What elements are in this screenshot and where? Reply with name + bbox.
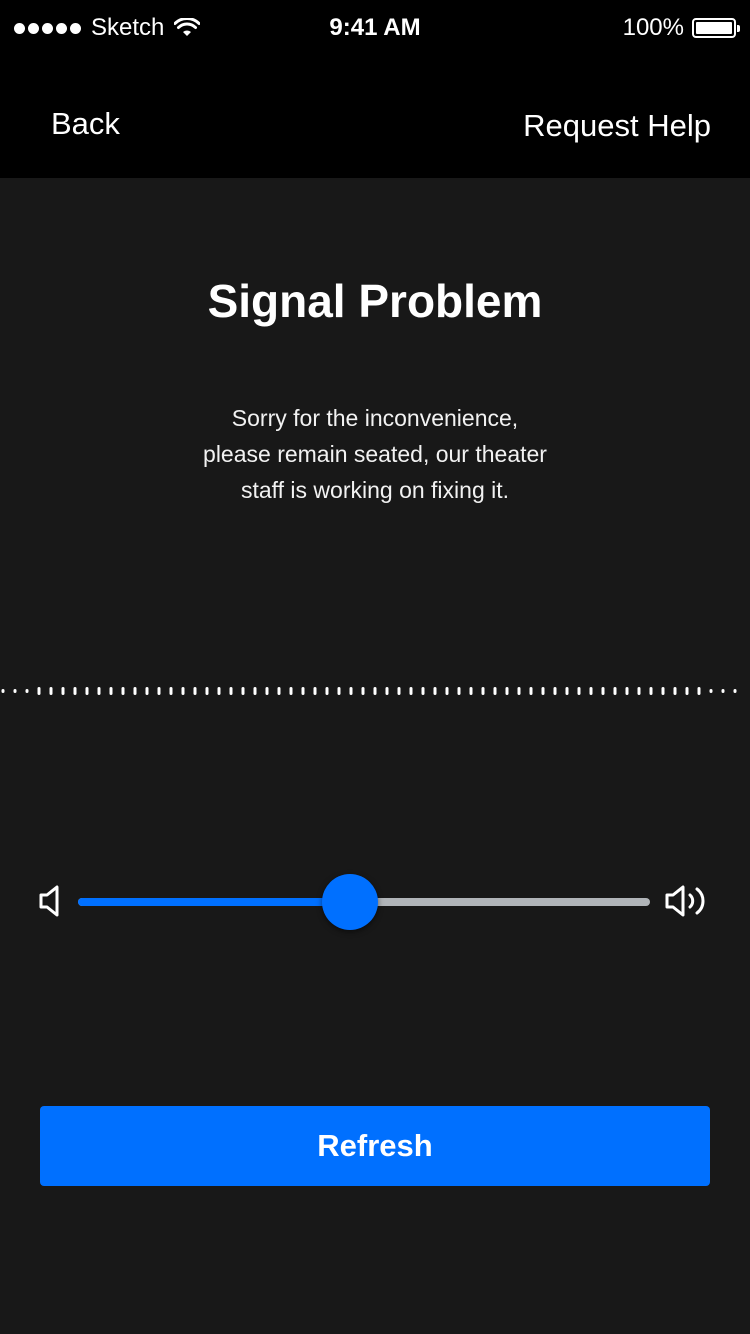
waveform-bar <box>361 687 365 695</box>
waveform-bar <box>397 687 401 695</box>
waveform-bar <box>493 687 497 695</box>
waveform-bar <box>613 687 617 695</box>
volume-slider[interactable] <box>78 874 650 930</box>
waveform-bar <box>337 687 341 695</box>
volume-high-icon[interactable] <box>664 884 714 918</box>
waveform-bar <box>253 687 257 695</box>
waveform-bar <box>709 689 713 693</box>
message-line: please remain seated, our theater <box>203 441 547 467</box>
message-line: Sorry for the inconvenience, <box>231 405 519 431</box>
waveform-bar <box>97 687 101 695</box>
waveform-bar <box>589 687 593 695</box>
waveform-bar <box>325 687 329 695</box>
waveform-bar <box>289 687 293 695</box>
volume-slider-fill <box>78 898 350 906</box>
waveform-bar <box>637 687 641 695</box>
waveform-bar <box>469 687 473 695</box>
waveform-bar <box>565 687 569 695</box>
volume-slider-thumb[interactable] <box>321 874 378 930</box>
waveform-bar <box>37 687 41 695</box>
waveform-bar <box>409 687 413 695</box>
waveform-bar <box>193 687 197 695</box>
waveform-bar <box>433 687 437 695</box>
waveform-bar <box>301 687 305 695</box>
waveform-bar <box>49 687 53 695</box>
signal-waveform <box>1 687 737 695</box>
waveform-bar <box>133 687 137 695</box>
waveform-bar <box>229 687 233 695</box>
waveform-bar <box>217 687 221 695</box>
message-line: staff is working on fixing it. <box>240 477 510 503</box>
volume-control <box>0 868 750 938</box>
waveform-bar <box>265 687 269 695</box>
waveform-bar <box>109 687 113 695</box>
waveform-bar <box>85 687 89 695</box>
waveform-bar <box>541 687 545 695</box>
waveform-bar <box>145 687 149 695</box>
page-title: Signal Problem <box>207 275 543 327</box>
refresh-button[interactable]: Refresh <box>40 1106 710 1186</box>
waveform-bar <box>721 689 725 693</box>
main-content: Signal Problem Sorry for the inconvenien… <box>0 178 750 1334</box>
waveform-bar <box>121 687 125 695</box>
waveform-bar <box>625 687 629 695</box>
waveform-bar <box>445 687 449 695</box>
waveform-bar <box>529 687 533 695</box>
waveform-bar <box>505 687 509 695</box>
waveform-bar <box>181 687 185 695</box>
waveform-bar <box>25 689 29 693</box>
navigation-bar: Back Request Help <box>0 56 750 178</box>
waveform-bar <box>373 687 377 695</box>
waveform-bar <box>13 689 17 693</box>
waveform-bar <box>1 689 5 693</box>
status-message: Sorry for the inconvenience, please rema… <box>175 400 575 508</box>
waveform-bar <box>733 689 737 693</box>
waveform-bar <box>241 687 245 695</box>
waveform-bar <box>673 687 677 695</box>
waveform-bar <box>553 687 557 695</box>
waveform-bar <box>517 687 521 695</box>
waveform-bar <box>577 687 581 695</box>
volume-mute-icon[interactable] <box>38 884 64 918</box>
waveform-bar <box>685 687 689 695</box>
battery-group: 100% <box>622 14 740 42</box>
waveform-bar <box>385 687 389 695</box>
request-help-button[interactable]: Request Help <box>523 108 711 144</box>
battery-percent: 100% <box>622 14 684 41</box>
back-button[interactable]: Back <box>51 106 120 142</box>
waveform-bar <box>457 687 461 695</box>
waveform-bar <box>349 687 353 695</box>
waveform-bar <box>649 687 653 695</box>
waveform-bar <box>661 687 665 695</box>
waveform-bar <box>157 687 161 695</box>
waveform-bar <box>277 687 281 695</box>
waveform-bar <box>313 687 317 695</box>
battery-icon <box>692 18 740 38</box>
waveform-bar <box>601 687 605 695</box>
waveform-bar <box>481 687 485 695</box>
waveform-bar <box>421 687 425 695</box>
status-bar: Sketch 9:41 AM 100% <box>0 0 750 56</box>
waveform-bar <box>205 687 209 695</box>
waveform-bar <box>73 687 77 695</box>
waveform-bar <box>697 687 701 695</box>
waveform-bar <box>61 687 65 695</box>
waveform-bar <box>169 687 173 695</box>
